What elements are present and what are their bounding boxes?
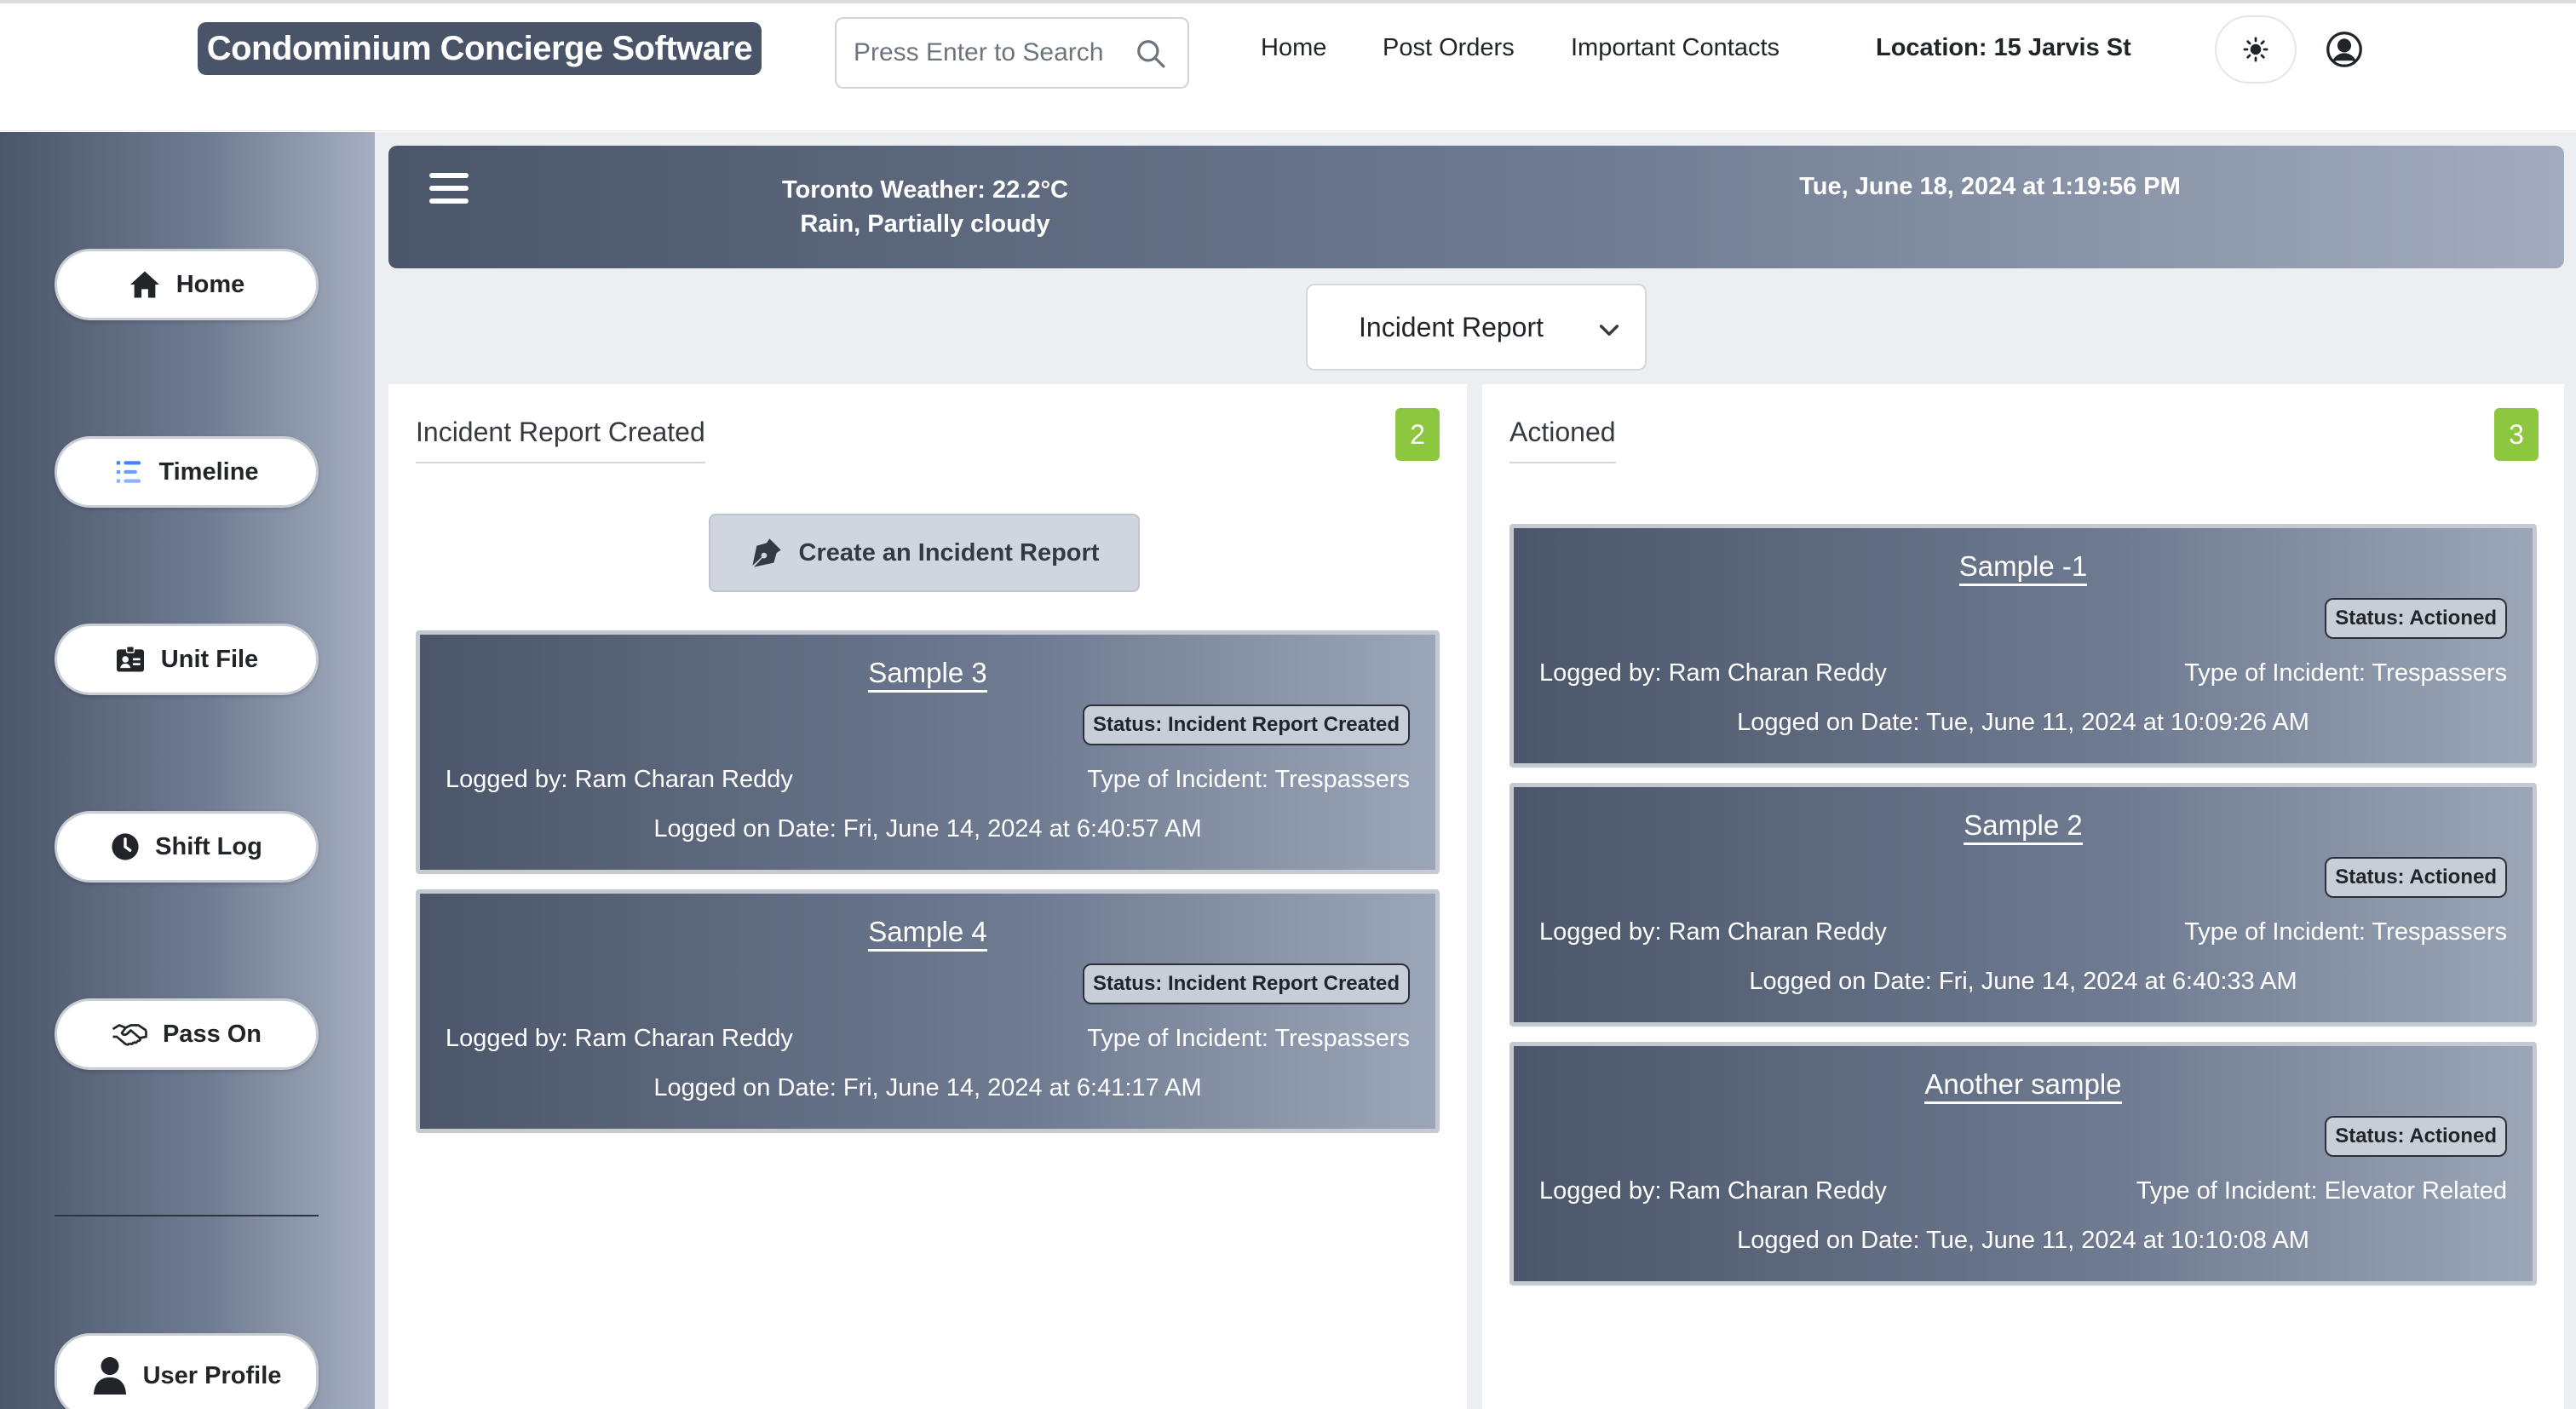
incident-type: Type of Incident: Elevator Related (2136, 1177, 2507, 1205)
info-banner: Toronto Weather: 22.2°C Rain, Partially … (388, 146, 2564, 268)
sidebar-item-label: User Profile (142, 1361, 282, 1389)
incident-type: Type of Incident: Trespassers (2184, 659, 2507, 687)
status-badge: Status: Actioned (2325, 1116, 2507, 1157)
status-badge: Status: Incident Report Created (1082, 963, 1410, 1004)
search-icon[interactable] (1135, 37, 1167, 70)
logged-on-date: Logged on Date: Fri, June 14, 2024 at 6:… (653, 1074, 1202, 1101)
incident-type: Type of Incident: Trespassers (1087, 1025, 1410, 1052)
report-type-select[interactable]: Incident Report (1306, 284, 1647, 371)
logged-on-date: Logged on Date: Tue, June 11, 2024 at 10… (1737, 709, 2309, 736)
id-card-icon (116, 646, 144, 672)
clock-icon (112, 833, 139, 860)
chevron-down-icon (1599, 325, 1619, 336)
timeline-icon (117, 461, 141, 483)
incident-card[interactable]: Sample -1 Status: Actioned Logged by: Ra… (1509, 524, 2537, 768)
nav-post-orders-link[interactable]: Post Orders (1383, 34, 1515, 62)
incident-card[interactable]: Another sample Status: Actioned Logged b… (1509, 1042, 2537, 1285)
nav-home-link[interactable]: Home (1261, 34, 1326, 62)
sidebar-item-label: Home (175, 270, 245, 298)
search-input[interactable] (854, 38, 1126, 67)
house-icon (129, 271, 159, 298)
user-icon (93, 1357, 126, 1395)
pen-nib-icon (751, 538, 781, 567)
weather-info: Toronto Weather: 22.2°C Rain, Partially … (712, 173, 1138, 241)
logged-by: Logged by: Ram Charan Reddy (446, 1025, 793, 1052)
incident-type: Type of Incident: Trespassers (2184, 918, 2507, 946)
create-incident-report-label: Create an Incident Report (798, 538, 1100, 566)
sidebar-item-shift-log[interactable]: Shift Log (55, 811, 319, 883)
incident-title[interactable]: Sample -1 (1958, 550, 2088, 586)
sidebar-item-label: Shift Log (155, 832, 262, 860)
logged-on-date: Logged on Date: Fri, June 14, 2024 at 6:… (1749, 968, 2297, 995)
handshake-icon (112, 1024, 147, 1046)
sun-icon (2243, 37, 2268, 62)
count-badge: 3 (2494, 408, 2539, 461)
incident-card[interactable]: Sample 2 Status: Actioned Logged by: Ram… (1509, 783, 2537, 1027)
sidebar-item-label: Pass On (162, 1020, 262, 1048)
incident-title[interactable]: Sample 3 (868, 657, 987, 693)
status-badge: Status: Actioned (2325, 598, 2507, 639)
incident-title[interactable]: Another sample (1924, 1068, 2122, 1104)
main-content: Toronto Weather: 22.2°C Rain, Partially … (375, 132, 2576, 1409)
logged-on-date: Logged on Date: Tue, June 11, 2024 at 10… (1737, 1227, 2309, 1254)
search-box[interactable] (835, 17, 1189, 89)
sidebar-item-label: Timeline (158, 457, 259, 486)
menu-icon[interactable] (429, 173, 469, 205)
logged-by: Logged by: Ram Charan Reddy (1539, 918, 1887, 946)
logged-by: Logged by: Ram Charan Reddy (446, 766, 793, 793)
incident-card[interactable]: Sample 4 Status: Incident Report Created… (416, 889, 1440, 1133)
weather-conditions: Rain, Partially cloudy (800, 210, 1050, 238)
sidebar-item-unit-file[interactable]: Unit File (55, 624, 319, 695)
report-type-value: Incident Report (1359, 311, 1544, 342)
sidebar-item-timeline[interactable]: Timeline (55, 436, 319, 508)
incident-type: Type of Incident: Trespassers (1087, 766, 1410, 793)
app-title[interactable]: Condominium Concierge Software (198, 22, 762, 75)
column-title: Actioned (1509, 417, 1616, 463)
theme-toggle-button[interactable] (2215, 15, 2297, 83)
status-badge: Status: Actioned (2325, 857, 2507, 898)
logged-on-date: Logged on Date: Fri, June 14, 2024 at 6:… (653, 815, 1202, 843)
sidebar-item-user-profile[interactable]: User Profile (55, 1333, 319, 1409)
weather-temperature: Toronto Weather: 22.2°C (781, 176, 1068, 204)
column-actioned: Actioned 3 Sample -1 Status: Actioned Lo… (1482, 384, 2564, 1409)
nav-important-contacts-link[interactable]: Important Contacts (1571, 34, 1780, 62)
sidebar: Home Timeline Unit File Shift Log Pass O… (0, 132, 375, 1409)
incident-card[interactable]: Sample 3 Status: Incident Report Created… (416, 630, 1440, 874)
status-badge: Status: Incident Report Created (1082, 704, 1410, 745)
column-incident-report-created: Incident Report Created 2 Create an Inci… (388, 384, 1467, 1409)
sidebar-item-pass-on[interactable]: Pass On (55, 998, 319, 1070)
count-badge: 2 (1395, 408, 1440, 461)
current-datetime: Tue, June 18, 2024 at 1:19:56 PM (1799, 173, 2181, 200)
sidebar-divider (55, 1215, 319, 1216)
account-button[interactable] (2324, 29, 2365, 70)
logged-by: Logged by: Ram Charan Reddy (1539, 1177, 1887, 1205)
location-label: Location: 15 Jarvis St (1876, 34, 2131, 61)
column-title: Incident Report Created (416, 417, 705, 463)
sidebar-item-label: Unit File (160, 645, 259, 673)
incident-title[interactable]: Sample 4 (868, 916, 987, 952)
incident-title[interactable]: Sample 2 (1964, 809, 2083, 845)
user-circle-icon (2326, 32, 2362, 67)
logged-by: Logged by: Ram Charan Reddy (1539, 659, 1887, 687)
top-navbar: Condominium Concierge Software Home Post… (0, 0, 2576, 131)
sidebar-item-home[interactable]: Home (55, 249, 319, 320)
create-incident-report-button[interactable]: Create an Incident Report (709, 514, 1140, 592)
